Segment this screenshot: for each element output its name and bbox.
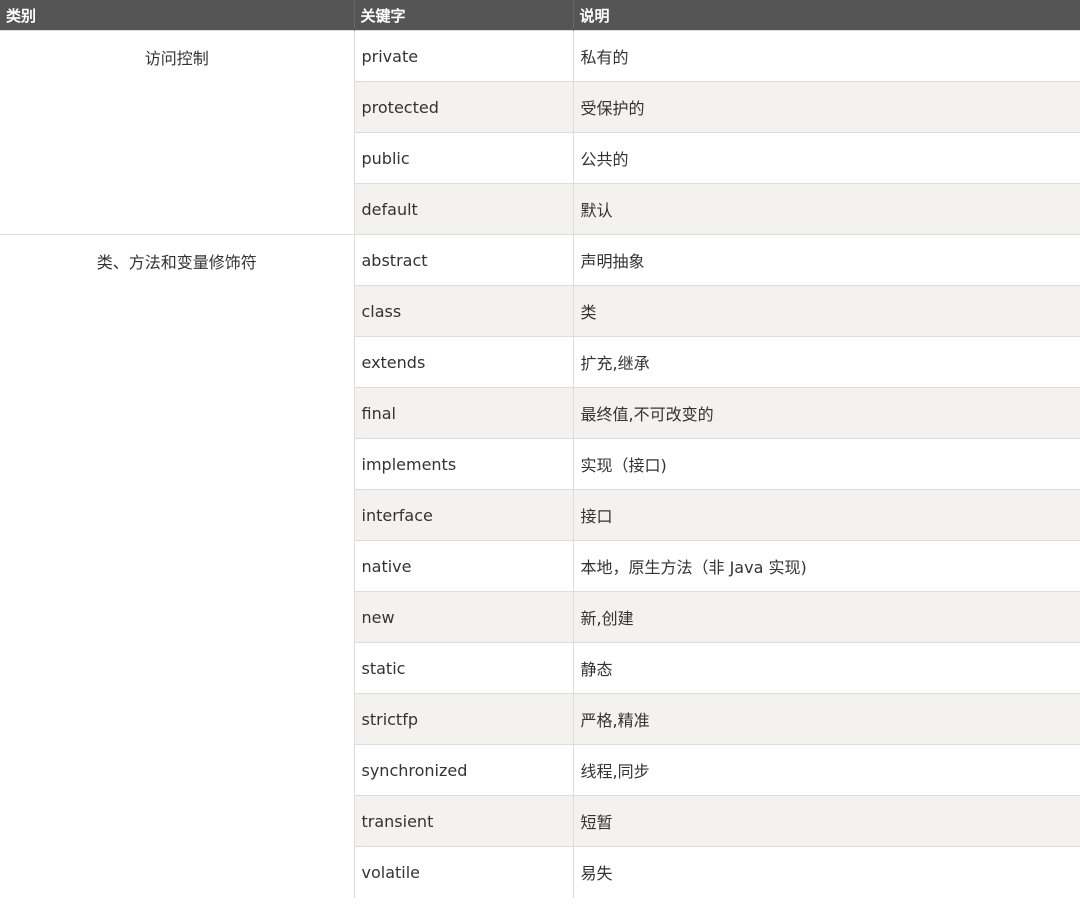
description-cell: 受保护的 [572, 81, 1080, 133]
description-cell: 默认 [572, 183, 1080, 235]
keyword-cell: strictfp [353, 693, 573, 745]
description-cell: 私有的 [572, 30, 1080, 82]
table-row: 类、方法和变量修饰符 abstract 声明抽象 [0, 234, 1080, 898]
keyword-cell: default [353, 183, 573, 235]
keyword-cell: volatile [353, 846, 573, 898]
header-category: 类别 [0, 0, 354, 31]
keyword-table-container: 类别 关键字 说明 访问控制 private 私有的 protected 受保护的 pub… [0, 0, 1080, 907]
keyword-cell: implements [353, 438, 573, 490]
keyword-cell: protected [353, 81, 573, 133]
description-cell: 接口 [572, 489, 1080, 541]
keyword-cell: new [353, 591, 573, 643]
description-cell: 静态 [572, 642, 1080, 694]
keyword-cell: static [353, 642, 573, 694]
header-description: 说明 [572, 0, 1080, 31]
java-keyword-table: 类别 关键字 说明 访问控制 private 私有的 protected 受保护的 pub… [0, 0, 1080, 898]
description-cell: 实现（接口) [572, 438, 1080, 490]
keyword-cell: transient [353, 795, 573, 847]
table-body: 访问控制 private 私有的 protected 受保护的 public 公共的 defa… [0, 30, 1080, 898]
description-cell: 声明抽象 [572, 234, 1080, 286]
category-cell: 访问控制 [0, 30, 354, 235]
category-cell: 类、方法和变量修饰符 [0, 234, 354, 898]
description-cell: 类 [572, 285, 1080, 337]
description-cell: 本地，原生方法（非 Java 实现) [572, 540, 1080, 592]
description-cell: 易失 [572, 846, 1080, 898]
keyword-cell: interface [353, 489, 573, 541]
keyword-cell: synchronized [353, 744, 573, 796]
keyword-cell: class [353, 285, 573, 337]
keyword-cell: native [353, 540, 573, 592]
table-row: 访问控制 private 私有的 [0, 30, 1080, 235]
keyword-cell: abstract [353, 234, 573, 286]
header-row: 类别 关键字 说明 [0, 0, 1080, 31]
keyword-cell: public [353, 132, 573, 184]
description-cell: 严格,精准 [572, 693, 1080, 745]
description-cell: 短暂 [572, 795, 1080, 847]
keyword-cell: extends [353, 336, 573, 388]
description-cell: 线程,同步 [572, 744, 1080, 796]
description-cell: 扩充,继承 [572, 336, 1080, 388]
description-cell: 最终值,不可改变的 [572, 387, 1080, 439]
keyword-cell: final [353, 387, 573, 439]
keyword-cell: private [353, 30, 573, 82]
header-keyword: 关键字 [353, 0, 573, 31]
table-header: 类别 关键字 说明 [0, 0, 1080, 31]
description-cell: 公共的 [572, 132, 1080, 184]
description-cell: 新,创建 [572, 591, 1080, 643]
